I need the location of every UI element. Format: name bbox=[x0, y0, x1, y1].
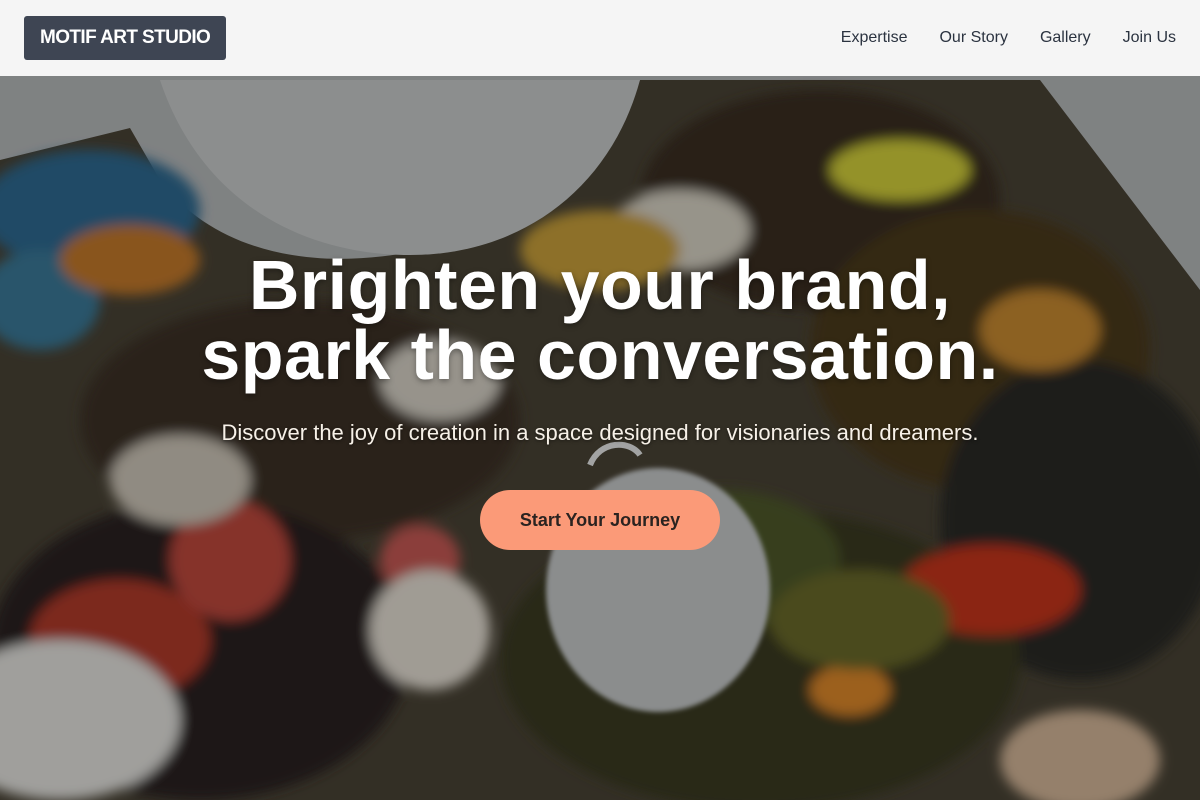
nav-link-join-us[interactable]: Join Us bbox=[1123, 29, 1176, 47]
hero-subheadline: Discover the joy of creation in a space … bbox=[221, 420, 979, 445]
hero-headline: Brighten your brand, spark the conversat… bbox=[0, 250, 1200, 390]
hero-section: Brighten your brand, spark the conversat… bbox=[0, 250, 1200, 550]
hero-headline-line-1: Brighten your brand, bbox=[248, 246, 952, 324]
nav-link-our-story[interactable]: Our Story bbox=[939, 29, 1007, 47]
brand-logo[interactable]: MOTIF ART STUDIO bbox=[24, 16, 227, 60]
nav-link-gallery[interactable]: Gallery bbox=[1040, 29, 1091, 47]
hero-headline-line-2: spark the conversation. bbox=[201, 316, 999, 394]
nav-links: Expertise Our Story Gallery Join Us bbox=[841, 29, 1176, 47]
nav-link-expertise[interactable]: Expertise bbox=[841, 29, 908, 47]
start-journey-button[interactable]: Start Your Journey bbox=[480, 490, 720, 550]
top-navbar: MOTIF ART STUDIO Expertise Our Story Gal… bbox=[0, 0, 1200, 76]
